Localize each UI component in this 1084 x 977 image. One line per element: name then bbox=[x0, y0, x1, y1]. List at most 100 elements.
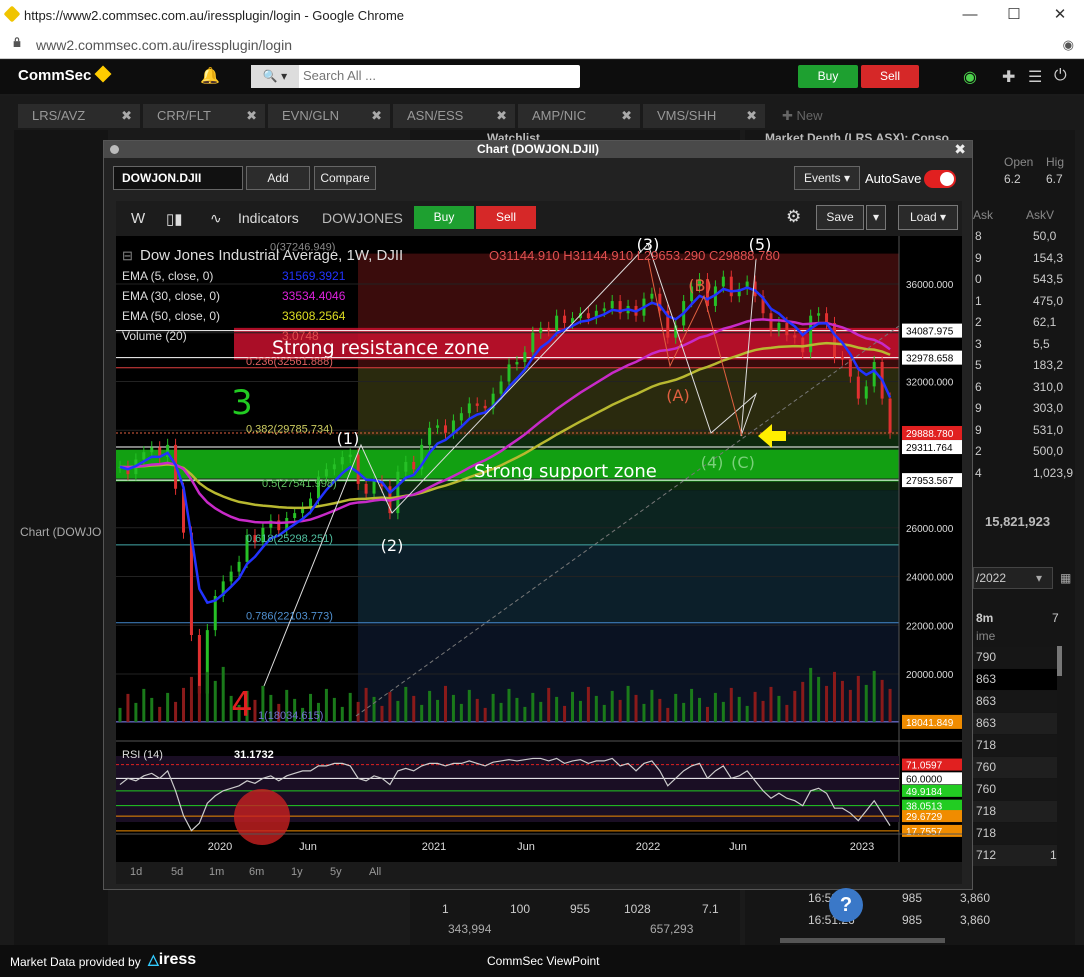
search-icon[interactable]: 🔍 ▾ bbox=[251, 65, 299, 88]
indicators-button[interactable]: Indicators bbox=[238, 210, 299, 226]
range-5d[interactable]: 5d bbox=[171, 866, 183, 878]
menu-icon[interactable]: ☰ bbox=[1028, 67, 1042, 87]
volume-bar bbox=[840, 680, 844, 722]
y-tick-label: 20000.000 bbox=[906, 670, 954, 681]
chart-plot-area[interactable]: 36000.00034000.00032000.00030000.0002800… bbox=[116, 236, 962, 922]
range-5y[interactable]: 5y bbox=[330, 866, 342, 878]
save-button[interactable]: Save bbox=[816, 205, 864, 230]
chart-sell-button[interactable]: Sell bbox=[476, 206, 536, 229]
lightbulb-icon[interactable]: ◉ bbox=[963, 67, 977, 87]
volume-bar bbox=[610, 690, 614, 722]
interval-selector[interactable]: W bbox=[131, 210, 145, 227]
help-icon[interactable]: ? bbox=[829, 888, 863, 922]
tab-1[interactable]: CRR/FLT ✖ bbox=[143, 104, 265, 128]
h-scrollbar[interactable] bbox=[780, 938, 945, 943]
tab-close-icon[interactable]: ✖ bbox=[621, 104, 632, 128]
tab-5[interactable]: VMS/SHH ✖ bbox=[643, 104, 765, 128]
candle-body bbox=[825, 313, 829, 323]
price-tag-label: 32978.658 bbox=[906, 354, 954, 365]
add-icon[interactable]: ✚ bbox=[1002, 67, 1015, 87]
range-All[interactable]: All bbox=[369, 866, 381, 878]
settings-gear-icon[interactable]: ⚙ bbox=[786, 207, 801, 227]
window-dot-icon[interactable] bbox=[110, 145, 119, 154]
range-1d[interactable]: 1d bbox=[130, 866, 142, 878]
indicators-icon[interactable]: ∿ bbox=[210, 210, 222, 227]
volume-bar bbox=[586, 686, 590, 722]
volume-bar bbox=[753, 691, 757, 722]
volume-bar bbox=[436, 699, 440, 722]
askv-value: 183,2 bbox=[1033, 358, 1064, 372]
ask-value: 6 bbox=[975, 379, 982, 394]
range-1y[interactable]: 1y bbox=[291, 866, 303, 878]
scrollbar-thumb[interactable] bbox=[1057, 646, 1062, 676]
autosave-toggle[interactable] bbox=[924, 170, 956, 188]
commsec-favicon-icon bbox=[3, 5, 21, 23]
tab-4[interactable]: AMP/NIC ✖ bbox=[518, 104, 640, 128]
tab-close-icon[interactable]: ✖ bbox=[496, 104, 507, 128]
date-dropdown-icon[interactable]: ▾ bbox=[1036, 571, 1042, 585]
volume-bar bbox=[388, 691, 392, 722]
trade-value: 863 bbox=[976, 672, 997, 686]
search-input[interactable] bbox=[303, 68, 563, 83]
askv-value: 5,5 bbox=[1033, 336, 1050, 351]
tab-label: CRR/FLT bbox=[157, 108, 211, 123]
address-bar[interactable]: www2.commsec.com.au/iressplugin/login ◉ bbox=[0, 31, 1084, 59]
events-button[interactable]: Events ▾ bbox=[794, 166, 860, 190]
bottom-left-value: 1 bbox=[442, 902, 449, 916]
tab-6[interactable]: ✚ New bbox=[768, 104, 890, 128]
tab-close-icon[interactable]: ✖ bbox=[246, 104, 257, 128]
close-icon[interactable]: ✕ bbox=[1046, 4, 1074, 26]
calendar-icon[interactable]: ▦ bbox=[1060, 571, 1071, 585]
volume-bar bbox=[364, 687, 368, 722]
volume-bar bbox=[594, 695, 598, 722]
save-dropdown-icon[interactable]: ▾ bbox=[866, 205, 886, 230]
sell-button[interactable]: Sell bbox=[861, 65, 919, 88]
search-box[interactable]: 🔍 ▾ bbox=[251, 65, 580, 88]
tab-close-icon[interactable]: ✖ bbox=[121, 104, 132, 128]
bottom-left-value: 7.1 bbox=[702, 902, 719, 916]
candle-body bbox=[523, 352, 527, 362]
range-1m[interactable]: 1m bbox=[209, 866, 224, 878]
volume-bar bbox=[467, 689, 471, 722]
tab-close-icon[interactable]: ✖ bbox=[746, 104, 757, 128]
candle-body bbox=[888, 398, 892, 433]
bell-icon[interactable]: 🔔 bbox=[200, 66, 220, 86]
chart-close-icon[interactable]: ✖ bbox=[954, 141, 966, 158]
tab-2[interactable]: EVN/GLN ✖ bbox=[268, 104, 390, 128]
volume-bar bbox=[658, 698, 662, 722]
buy-button[interactable]: Buy bbox=[798, 65, 858, 88]
open-value: 6.2 bbox=[1004, 172, 1021, 186]
time-header: ime bbox=[976, 629, 996, 643]
eye-icon[interactable]: ◉ bbox=[1063, 37, 1074, 53]
fib-band-1 bbox=[358, 367, 899, 436]
bottom-total: 657,293 bbox=[650, 922, 694, 936]
compare-button[interactable]: Compare bbox=[314, 166, 376, 190]
left-chart-label: Chart (DOWJO bbox=[20, 525, 102, 539]
maximize-icon[interactable]: ☐ bbox=[1000, 4, 1028, 26]
fib-label: 0.5(27541.998) bbox=[262, 478, 337, 490]
volume-bar bbox=[642, 703, 646, 722]
power-icon[interactable]: ⏻ bbox=[1054, 67, 1067, 85]
trades-7-header: 7 bbox=[1052, 611, 1059, 625]
trade-value: 790 bbox=[976, 650, 997, 664]
tab-0[interactable]: LRS/AVZ ✖ bbox=[18, 104, 140, 128]
candle-body bbox=[769, 313, 773, 331]
ask-value: 3 bbox=[975, 336, 982, 351]
tab-close-icon[interactable]: ✖ bbox=[371, 104, 382, 128]
volume-bar bbox=[713, 692, 717, 722]
range-6m[interactable]: 6m bbox=[249, 866, 264, 878]
candle-icon[interactable]: ▯▮ bbox=[166, 210, 183, 228]
bottom-volume: 3,860 bbox=[960, 913, 991, 927]
load-button[interactable]: Load ▾ bbox=[898, 205, 958, 230]
minimize-icon[interactable]: — bbox=[956, 4, 984, 26]
symbol-input[interactable]: DOWJON.DJII bbox=[113, 166, 243, 190]
chart-buy-button[interactable]: Buy bbox=[414, 206, 474, 229]
price-chart[interactable]: 36000.00034000.00032000.00030000.0002800… bbox=[116, 236, 962, 862]
tab-3[interactable]: ASN/ESS ✖ bbox=[393, 104, 515, 128]
indicator-value: 33534.4046 bbox=[282, 289, 346, 303]
volume-bar bbox=[666, 707, 670, 722]
browser-titlebar: https://www2.commsec.com.au/iressplugin/… bbox=[0, 0, 1084, 31]
collapse-icon[interactable]: ⊟ bbox=[122, 248, 133, 263]
add-button[interactable]: Add bbox=[246, 166, 310, 190]
url-text[interactable]: www2.commsec.com.au/iressplugin/login bbox=[36, 37, 292, 53]
